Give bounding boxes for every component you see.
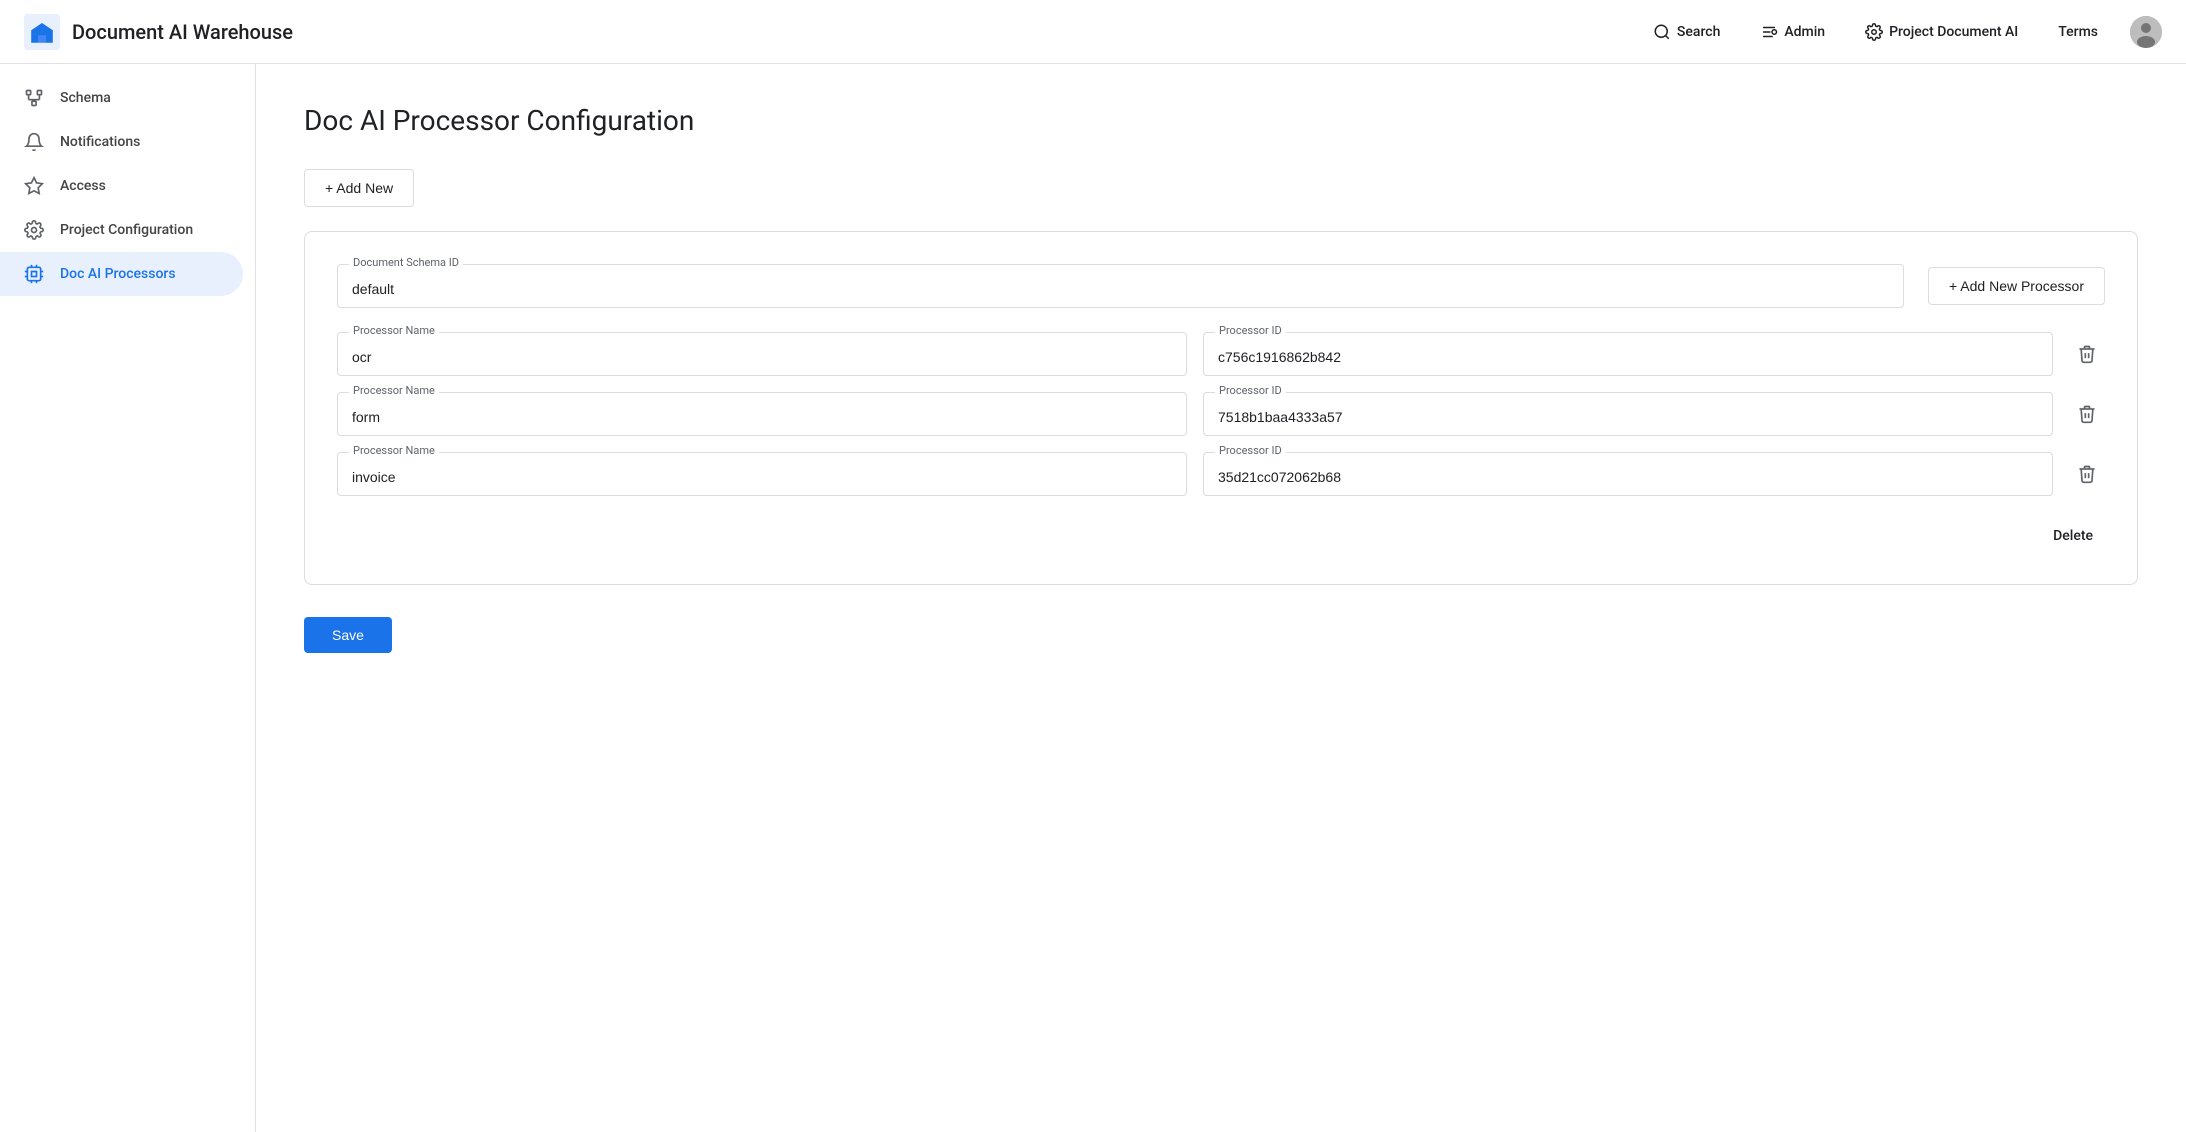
schema-row: Document Schema ID + Add New Processor: [337, 264, 2105, 308]
trash-icon-1: [2077, 404, 2097, 424]
sidebar-item-access[interactable]: Access: [0, 164, 243, 208]
save-button[interactable]: Save: [304, 617, 392, 653]
app-logo[interactable]: Document AI Warehouse: [24, 14, 293, 50]
document-schema-id-field: Document Schema ID: [337, 264, 1904, 308]
user-avatar[interactable]: [2130, 16, 2162, 48]
project-nav-item[interactable]: Project Document AI: [1849, 15, 2034, 49]
processor-row-1: Processor Name Processor ID: [337, 392, 2105, 436]
processor-fields-1: Processor Name Processor ID: [337, 392, 2053, 436]
processor-name-input-2[interactable]: [337, 452, 1187, 496]
processor-fields-2: Processor Name Processor ID: [337, 452, 2053, 496]
processor-name-input-0[interactable]: [337, 332, 1187, 376]
processor-id-field-1: Processor ID: [1203, 392, 2053, 436]
admin-icon: [1760, 23, 1778, 41]
sidebar-item-schema[interactable]: Schema: [0, 76, 243, 120]
settings-icon: [24, 220, 44, 240]
processor-name-field-2: Processor Name: [337, 452, 1187, 496]
processor-icon: [24, 264, 44, 284]
delete-processor-button-0[interactable]: [2069, 336, 2105, 372]
header-nav: Search Admin Project Document AI Terms: [1637, 15, 2162, 49]
search-icon: [1653, 23, 1671, 41]
processor-id-field-0: Processor ID: [1203, 332, 2053, 376]
processor-name-input-1[interactable]: [337, 392, 1187, 436]
trash-icon-2: [2077, 464, 2097, 484]
bell-icon: [24, 132, 44, 152]
processor-id-input-0[interactable]: [1203, 332, 2053, 376]
delete-processor-button-2[interactable]: [2069, 456, 2105, 492]
terms-nav-item[interactable]: Terms: [2042, 16, 2114, 48]
processor-id-input-1[interactable]: [1203, 392, 2053, 436]
main-content: Doc AI Processor Configuration + Add New…: [256, 64, 2186, 1132]
sidebar-item-notifications[interactable]: Notifications: [0, 120, 243, 164]
sidebar: Schema Notifications Access Project Conf…: [0, 64, 256, 1132]
processor-row-0: Processor Name Processor ID: [337, 332, 2105, 376]
trash-icon-0: [2077, 344, 2097, 364]
document-schema-id-input[interactable]: [337, 264, 1904, 308]
sidebar-item-doc-ai-processors[interactable]: Doc AI Processors: [0, 252, 243, 296]
search-nav-item[interactable]: Search: [1637, 15, 1736, 49]
admin-nav-item[interactable]: Admin: [1744, 15, 1841, 49]
app-header: Document AI Warehouse Search Admin Proje…: [0, 0, 2186, 64]
page-title: Doc AI Processor Configuration: [304, 104, 2138, 137]
delete-link[interactable]: Delete: [2041, 520, 2105, 552]
add-new-processor-button[interactable]: + Add New Processor: [1928, 267, 2105, 305]
delete-processor-button-1[interactable]: [2069, 396, 2105, 432]
warehouse-icon: [24, 14, 60, 50]
processor-row-2: Processor Name Processor ID: [337, 452, 2105, 496]
processor-name-field-0: Processor Name: [337, 332, 1187, 376]
processor-id-input-2[interactable]: [1203, 452, 2053, 496]
access-icon: [24, 176, 44, 196]
sidebar-item-project-configuration[interactable]: Project Configuration: [0, 208, 243, 252]
schema-icon: [24, 88, 44, 108]
gear-icon: [1865, 23, 1883, 41]
processor-name-field-1: Processor Name: [337, 392, 1187, 436]
config-card: Document Schema ID + Add New Processor P…: [304, 231, 2138, 585]
add-new-button[interactable]: + Add New: [304, 169, 414, 207]
processor-id-field-2: Processor ID: [1203, 452, 2053, 496]
card-footer: Delete: [337, 520, 2105, 552]
processor-fields-0: Processor Name Processor ID: [337, 332, 2053, 376]
